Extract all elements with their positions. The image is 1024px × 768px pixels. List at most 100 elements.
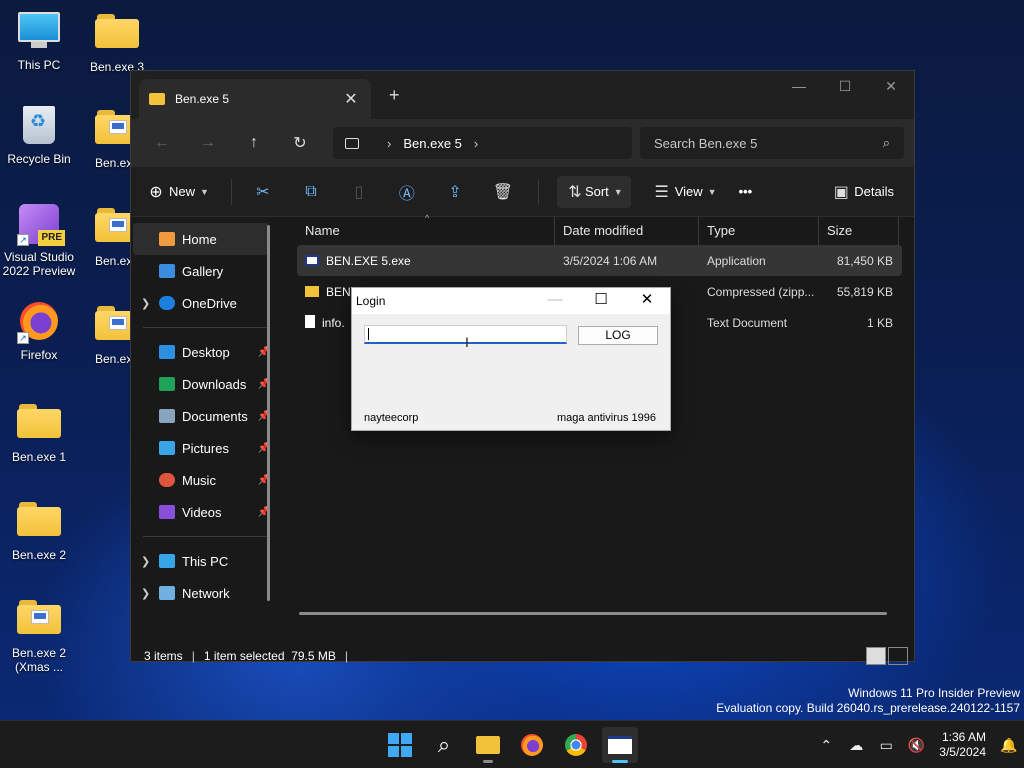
nav-item-videos[interactable]: Videos 📌 bbox=[133, 496, 280, 528]
nav-item-network[interactable]: ❯ Network bbox=[133, 577, 280, 609]
trash-icon: 🗑 bbox=[492, 183, 514, 201]
sort-button[interactable]: ⇅ Sort ▼ bbox=[556, 175, 631, 208]
desktop-icon-recycle-bin[interactable]: Recycle Bin bbox=[0, 106, 78, 166]
details-button[interactable]: ▣ Details bbox=[828, 182, 894, 202]
nav-item-pictures[interactable]: Pictures 📌 bbox=[133, 432, 280, 464]
nav-item-this-pc[interactable]: ❯ This PC bbox=[133, 545, 280, 577]
share-icon: ⇪ bbox=[448, 183, 462, 201]
desktop-icon-this-pc[interactable]: This PC bbox=[0, 10, 78, 72]
maximize-icon[interactable]: ☐ bbox=[578, 288, 624, 314]
file-date: 3/5/2024 1:06 AM bbox=[563, 253, 658, 268]
desktop-icon-ben-exe-3[interactable]: Ben.exe 3 bbox=[78, 10, 156, 74]
more-options-button[interactable]: ••• bbox=[739, 184, 753, 199]
new-tab-button[interactable]: + bbox=[389, 85, 400, 106]
file-type: Application bbox=[707, 253, 766, 268]
app-window-icon bbox=[608, 736, 632, 754]
text-cursor-icon: I bbox=[465, 334, 469, 350]
view-button[interactable]: ☰ View ▼ bbox=[649, 182, 717, 202]
folder-icon bbox=[17, 502, 61, 542]
start-button[interactable] bbox=[382, 727, 418, 763]
copy-button[interactable]: ⧉ bbox=[298, 183, 324, 201]
desktop-icon-label: Recycle Bin bbox=[7, 152, 71, 166]
search-box[interactable]: Search Ben.exe 5 ⌕ bbox=[640, 127, 904, 159]
desktop-icon-firefox[interactable]: ↗ Firefox bbox=[0, 302, 78, 362]
nav-item-downloads[interactable]: Downloads 📌 bbox=[133, 368, 280, 400]
cloud-offline-icon[interactable]: ☁ bbox=[841, 737, 871, 754]
taskbar-login-app[interactable] bbox=[602, 727, 638, 763]
rename-icon: Ⓐ bbox=[398, 185, 415, 203]
desktop-icon-ben-exe-2-xmas[interactable]: Ben.exe 2 (Xmas ... bbox=[0, 596, 78, 674]
paste-button[interactable]: ▯ bbox=[346, 182, 372, 202]
details-view-icon[interactable] bbox=[866, 647, 886, 665]
taskbar-firefox[interactable] bbox=[514, 727, 550, 763]
nav-item-gallery[interactable]: Gallery bbox=[133, 255, 280, 287]
column-header-date[interactable]: Date modified bbox=[555, 217, 699, 245]
zip-folder-icon bbox=[305, 285, 319, 297]
horizontal-scrollbar[interactable] bbox=[299, 612, 887, 615]
chevron-right-icon[interactable]: ❯ bbox=[141, 555, 155, 568]
computer-icon bbox=[345, 137, 359, 149]
application-icon bbox=[305, 254, 319, 266]
up-arrow-icon[interactable]: ↑ bbox=[231, 134, 277, 152]
taskbar-file-explorer[interactable] bbox=[470, 727, 506, 763]
desktop-icon-label: Firefox bbox=[20, 348, 58, 362]
chevron-down-icon: ▼ bbox=[613, 186, 623, 197]
desktop-icon-ben-exe-1[interactable]: Ben.exe 1 bbox=[0, 400, 78, 464]
clock[interactable]: 1:36 AM 3/5/2024 bbox=[939, 730, 986, 760]
chevron-right-icon[interactable]: ❯ bbox=[141, 297, 155, 310]
address-bar[interactable]: › Ben.exe 5 › bbox=[333, 127, 632, 159]
close-icon[interactable]: ✕ bbox=[868, 71, 914, 101]
firefox-icon bbox=[521, 734, 543, 756]
column-header-type[interactable]: Type bbox=[699, 217, 819, 245]
command-bar: ⊕ New ▼ ✂ ⧉ ▯ Ⓐ ⇪ 🗑 ⇅ Sort ▼ ☰ View ▼ ••… bbox=[131, 167, 914, 217]
new-button[interactable]: ⊕ New ▼ bbox=[143, 182, 209, 202]
nav-item-onedrive[interactable]: ❯ OneDrive bbox=[133, 287, 280, 319]
music-icon bbox=[159, 473, 175, 487]
chevron-down-icon: ▼ bbox=[200, 186, 209, 197]
volume-muted-icon[interactable]: 🔇 bbox=[901, 737, 931, 754]
desktop-icon-ben-exe-2[interactable]: Ben.exe 2 bbox=[0, 498, 78, 562]
taskbar-apps: ⌕ bbox=[382, 727, 638, 763]
file-name-text: info. bbox=[322, 316, 345, 330]
minimize-icon[interactable]: — bbox=[776, 71, 822, 101]
column-header-size[interactable]: Size bbox=[819, 217, 899, 245]
close-tab-icon[interactable]: ✕ bbox=[341, 89, 361, 109]
watermark-line1: Windows 11 Pro Insider Preview bbox=[848, 686, 1020, 700]
file-row[interactable]: BEN.EXE 5.exe 3/5/2024 1:06 AM Applicati… bbox=[297, 245, 902, 276]
view-toggle bbox=[866, 647, 908, 665]
chevron-right-icon[interactable]: › bbox=[387, 136, 391, 151]
download-icon bbox=[159, 377, 175, 391]
file-size: 81,450 KB bbox=[836, 253, 893, 268]
nav-item-desktop[interactable]: Desktop 📌 bbox=[133, 336, 280, 368]
notification-bell-icon[interactable]: 🔔 bbox=[994, 737, 1024, 754]
chrome-icon bbox=[565, 734, 587, 756]
breadcrumb-current[interactable]: Ben.exe 5 bbox=[403, 136, 462, 151]
chevron-right-icon[interactable]: ❯ bbox=[141, 587, 155, 600]
explorer-tab[interactable]: Ben.exe 5 ✕ bbox=[139, 79, 371, 119]
chevron-up-icon[interactable]: ⌃ bbox=[811, 737, 841, 754]
maximize-icon[interactable]: ☐ bbox=[822, 71, 868, 101]
rename-button[interactable]: Ⓐ bbox=[394, 180, 420, 204]
nav-item-documents[interactable]: Documents 📌 bbox=[133, 400, 280, 432]
network-icon[interactable]: ▭ bbox=[871, 737, 901, 754]
minimize-icon[interactable]: — bbox=[532, 288, 578, 314]
desktop-icon-visual-studio[interactable]: PRE ↗ Visual Studio 2022 Preview bbox=[0, 204, 78, 278]
search-button[interactable]: ⌕ bbox=[426, 727, 462, 763]
delete-button[interactable]: 🗑 bbox=[490, 182, 516, 202]
tiles-view-icon[interactable] bbox=[888, 647, 908, 665]
back-arrow-icon[interactable]: ← bbox=[139, 134, 185, 152]
chevron-right-icon[interactable]: › bbox=[474, 136, 478, 151]
nav-item-home[interactable]: Home bbox=[133, 223, 269, 255]
login-footer-right: maga antivirus 1996 bbox=[556, 412, 656, 424]
folder-icon bbox=[17, 404, 61, 444]
forward-arrow-icon[interactable]: → bbox=[185, 134, 231, 152]
nav-item-music[interactable]: Music 📌 bbox=[133, 464, 280, 496]
log-button[interactable]: LOG bbox=[578, 326, 658, 345]
refresh-icon[interactable]: ↻ bbox=[277, 133, 323, 153]
share-button[interactable]: ⇪ bbox=[442, 182, 468, 202]
nav-scrollbar[interactable] bbox=[267, 225, 270, 601]
close-icon[interactable]: ✕ bbox=[624, 288, 670, 314]
taskbar-chrome[interactable] bbox=[558, 727, 594, 763]
system-tray: ⌃ ☁ ▭ 🔇 1:36 AM 3/5/2024 🔔 bbox=[811, 721, 1024, 768]
cut-button[interactable]: ✂ bbox=[250, 182, 276, 202]
